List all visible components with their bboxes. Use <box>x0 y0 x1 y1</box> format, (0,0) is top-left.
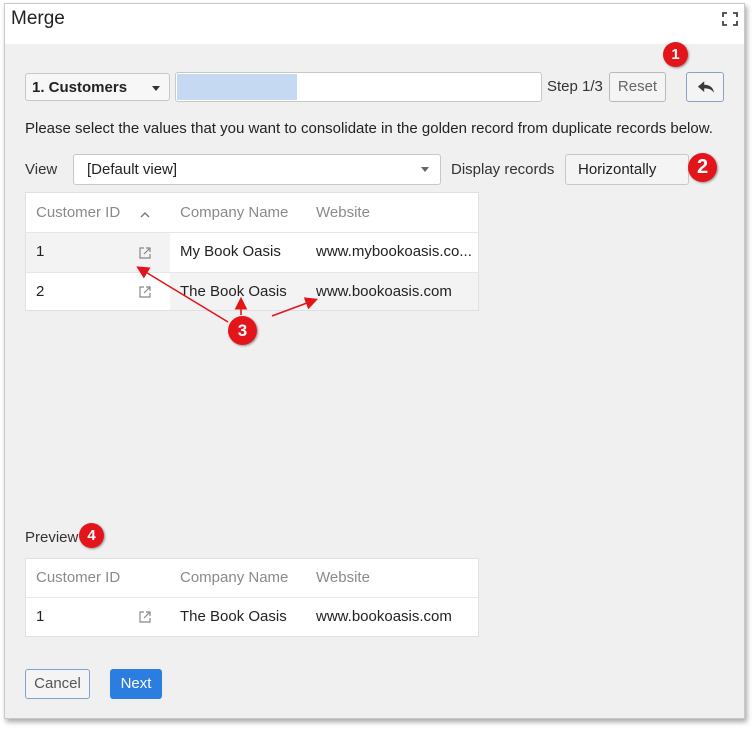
next-button[interactable]: Next <box>110 669 162 699</box>
annotation-badge-3: 3 <box>228 316 257 345</box>
display-records-label: Display records <box>451 161 555 178</box>
company-name-cell[interactable]: My Book Oasis <box>180 243 281 260</box>
company-name-cell: The Book Oasis <box>180 608 287 625</box>
step-label: Step 1/3 <box>547 78 603 95</box>
external-link-icon[interactable] <box>138 610 152 624</box>
title-bar: Merge <box>5 4 744 44</box>
reset-button[interactable]: Reset <box>609 72 666 102</box>
view-select-value: [Default view] <box>87 161 178 178</box>
view-label: View <box>25 161 58 178</box>
column-header-company-name: Company Name <box>180 569 289 586</box>
external-link-icon[interactable] <box>138 246 152 260</box>
sort-ascending-icon[interactable] <box>140 212 150 218</box>
chevron-down-icon <box>152 86 160 91</box>
progress-bar <box>175 72 542 102</box>
entity-select-value: 1. Customers <box>32 79 128 96</box>
merge-dialog: Merge 1. Customers Step 1/3 Reset Please… <box>4 3 745 719</box>
display-records-select[interactable]: Horizontally <box>565 154 689 185</box>
preview-table: Customer ID Company Name Website 1 The B… <box>25 558 479 637</box>
company-name-cell[interactable]: The Book Oasis <box>180 283 287 300</box>
instruction-text: Please select the values that you want t… <box>25 120 713 137</box>
chevron-down-icon <box>421 167 429 172</box>
column-header-website[interactable]: Website <box>316 204 370 221</box>
table-row: 1 The Book Oasis www.bookoasis.com <box>26 598 478 636</box>
cancel-button[interactable]: Cancel <box>25 669 90 699</box>
annotation-badge-2: 2 <box>688 153 717 182</box>
preview-label: Preview <box>25 529 79 546</box>
external-link-icon[interactable] <box>138 285 152 299</box>
customer-id-cell[interactable]: 2 <box>36 283 44 300</box>
column-header-customer-id: Customer ID <box>36 569 121 586</box>
back-button[interactable] <box>686 72 724 102</box>
display-records-value: Horizontally <box>578 161 657 178</box>
table-row: 1 My Book Oasis www.mybookoasis.co... <box>26 233 478 272</box>
reply-arrow-icon <box>697 81 715 93</box>
dialog-title: Merge <box>11 8 65 29</box>
maximize-icon[interactable] <box>722 12 738 26</box>
website-cell: www.bookoasis.com <box>316 608 452 625</box>
column-header-company-name[interactable]: Company Name <box>180 204 288 221</box>
website-cell[interactable]: www.mybookoasis.co... <box>316 243 472 260</box>
duplicate-records-table: Customer ID Company Name Website 1 My Bo… <box>25 192 479 311</box>
annotation-badge-4: 4 <box>79 523 104 548</box>
website-cell[interactable]: www.bookoasis.com <box>316 283 452 300</box>
view-select[interactable]: [Default view] <box>73 154 441 185</box>
entity-select[interactable]: 1. Customers <box>25 73 170 101</box>
column-header-customer-id[interactable]: Customer ID <box>36 204 120 221</box>
progress-bar-fill <box>177 74 297 100</box>
customer-id-cell[interactable]: 1 <box>36 243 44 260</box>
customer-id-cell: 1 <box>36 608 45 625</box>
column-header-website: Website <box>316 569 370 586</box>
table-row: 2 The Book Oasis www.bookoasis.com <box>26 273 478 310</box>
annotation-badge-1: 1 <box>663 42 688 67</box>
